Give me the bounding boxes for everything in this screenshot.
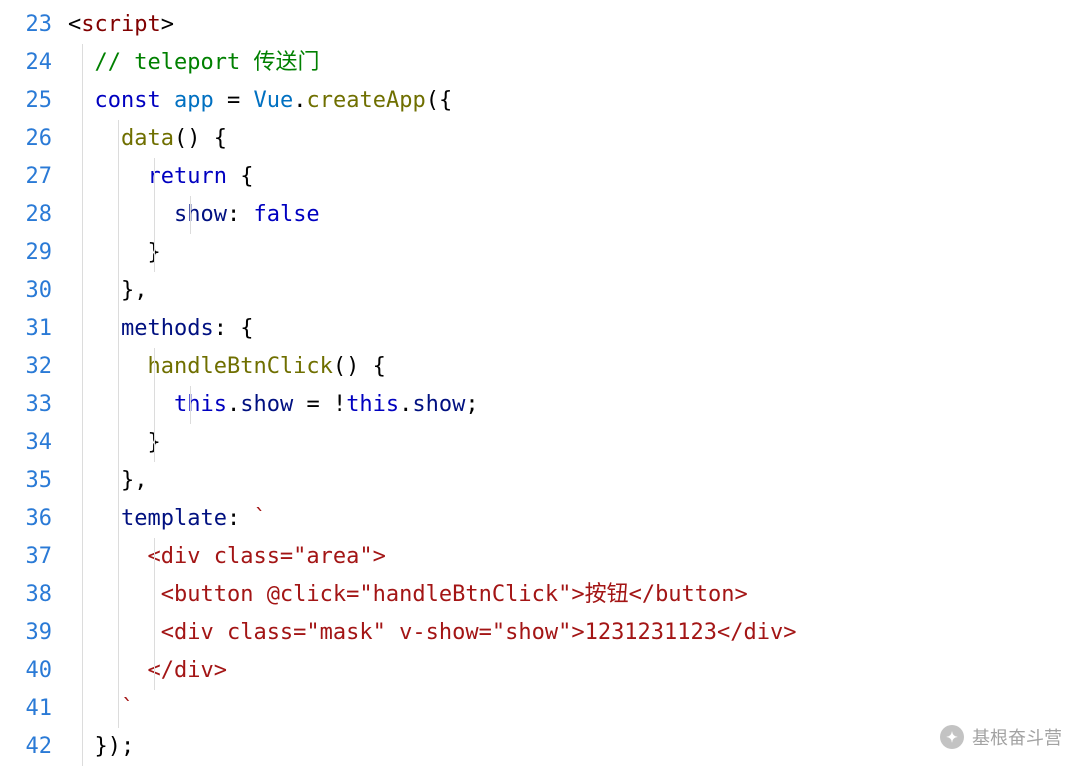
line-number: 36 (0, 500, 52, 538)
line-number-gutter: 2324252627282930313233343536373839404142 (0, 0, 62, 768)
token-cmt: // teleport 传送门 (95, 50, 320, 75)
line-number: 37 (0, 538, 52, 576)
token-kw: this (174, 392, 227, 417)
code-line[interactable]: }); (68, 728, 1080, 766)
code-line[interactable]: return { (68, 158, 1080, 196)
token-pn (240, 88, 253, 113)
code-line[interactable]: // teleport 传送门 (68, 44, 1080, 82)
token-pn (161, 88, 174, 113)
token-fn: createApp (306, 88, 425, 113)
code-editor[interactable]: 2324252627282930313233343536373839404142… (0, 0, 1080, 768)
token-fn: data (121, 126, 174, 151)
code-line[interactable]: <div class="area"> (68, 538, 1080, 576)
token-prop: show (240, 392, 293, 417)
token-pn (293, 392, 306, 417)
token-pn: . (227, 392, 240, 417)
token-prop: methods (121, 316, 214, 341)
token-pn: }, (121, 468, 148, 493)
token-tmpl: <div class="area"> (147, 544, 385, 569)
token-tmpl: ` (121, 696, 134, 721)
line-number: 35 (0, 462, 52, 500)
token-pn (214, 88, 227, 113)
code-line[interactable]: template: ` (68, 500, 1080, 538)
token-pn: ({ (426, 88, 453, 113)
token-pn: . (293, 88, 306, 113)
line-number: 25 (0, 82, 52, 120)
token-pn: > (161, 12, 174, 37)
token-var: app (174, 88, 214, 113)
token-bool: false (253, 202, 319, 227)
line-number: 38 (0, 576, 52, 614)
token-prop: show (174, 202, 227, 227)
token-tmpl: ` (253, 506, 266, 531)
token-pn: () { (174, 126, 227, 151)
token-pn: }); (95, 734, 135, 759)
token-prop: show (412, 392, 465, 417)
line-number: 28 (0, 196, 52, 234)
code-line[interactable]: <script> (68, 6, 1080, 44)
watermark: ✦ 基根奋斗营 (940, 724, 1062, 750)
code-line[interactable]: show: false (68, 196, 1080, 234)
code-line[interactable]: <div class="mask" v-show="show">12312311… (68, 614, 1080, 652)
code-line[interactable]: this.show = !this.show; (68, 386, 1080, 424)
wechat-icon: ✦ (940, 725, 964, 749)
token-op: = (306, 392, 319, 417)
line-number: 24 (0, 44, 52, 82)
line-number: 34 (0, 424, 52, 462)
token-tmpl: <div class="mask" v-show="show">12312311… (147, 620, 796, 645)
code-line[interactable]: </div> (68, 652, 1080, 690)
code-line[interactable]: data() { (68, 120, 1080, 158)
code-line[interactable]: } (68, 234, 1080, 272)
code-area[interactable]: <script> // teleport 传送门 const app = Vue… (62, 0, 1080, 768)
code-line[interactable]: <button @click="handleBtnClick">按钮</butt… (68, 576, 1080, 614)
line-number: 26 (0, 120, 52, 158)
token-kw: this (346, 392, 399, 417)
watermark-label: 基根奋斗营 (972, 724, 1062, 750)
token-pn: ; (465, 392, 478, 417)
line-number: 27 (0, 158, 52, 196)
token-pn: : (227, 506, 254, 531)
line-number: 40 (0, 652, 52, 690)
token-tmpl: </div> (147, 658, 226, 683)
code-line[interactable]: handleBtnClick() { (68, 348, 1080, 386)
line-number: 41 (0, 690, 52, 728)
token-kw: const (95, 88, 161, 113)
line-number: 32 (0, 348, 52, 386)
token-pn (320, 392, 333, 417)
code-line[interactable]: const app = Vue.createApp({ (68, 82, 1080, 120)
token-pn: { (227, 164, 254, 189)
token-pn: }, (121, 278, 148, 303)
line-number: 42 (0, 728, 52, 766)
code-line[interactable]: }, (68, 462, 1080, 500)
line-number: 29 (0, 234, 52, 272)
token-pn: . (399, 392, 412, 417)
line-number: 39 (0, 614, 52, 652)
token-op: ! (333, 392, 346, 417)
token-tmpl: <button @click="handleBtnClick">按钮</butt… (147, 582, 747, 607)
code-line[interactable]: ` (68, 690, 1080, 728)
code-line[interactable]: } (68, 424, 1080, 462)
token-pn: () { (333, 354, 386, 379)
token-pn: : (227, 202, 254, 227)
line-number: 31 (0, 310, 52, 348)
code-line[interactable]: methods: { (68, 310, 1080, 348)
token-op: = (227, 88, 240, 113)
line-number: 23 (0, 6, 52, 44)
token-fn: handleBtnClick (147, 354, 332, 379)
token-pn: : { (214, 316, 254, 341)
token-pn: < (68, 12, 81, 37)
token-tag: script (81, 12, 160, 37)
code-line[interactable]: }, (68, 272, 1080, 310)
line-number: 30 (0, 272, 52, 310)
token-var: Vue (253, 88, 293, 113)
line-number: 33 (0, 386, 52, 424)
token-kw: return (147, 164, 226, 189)
token-prop: template (121, 506, 227, 531)
